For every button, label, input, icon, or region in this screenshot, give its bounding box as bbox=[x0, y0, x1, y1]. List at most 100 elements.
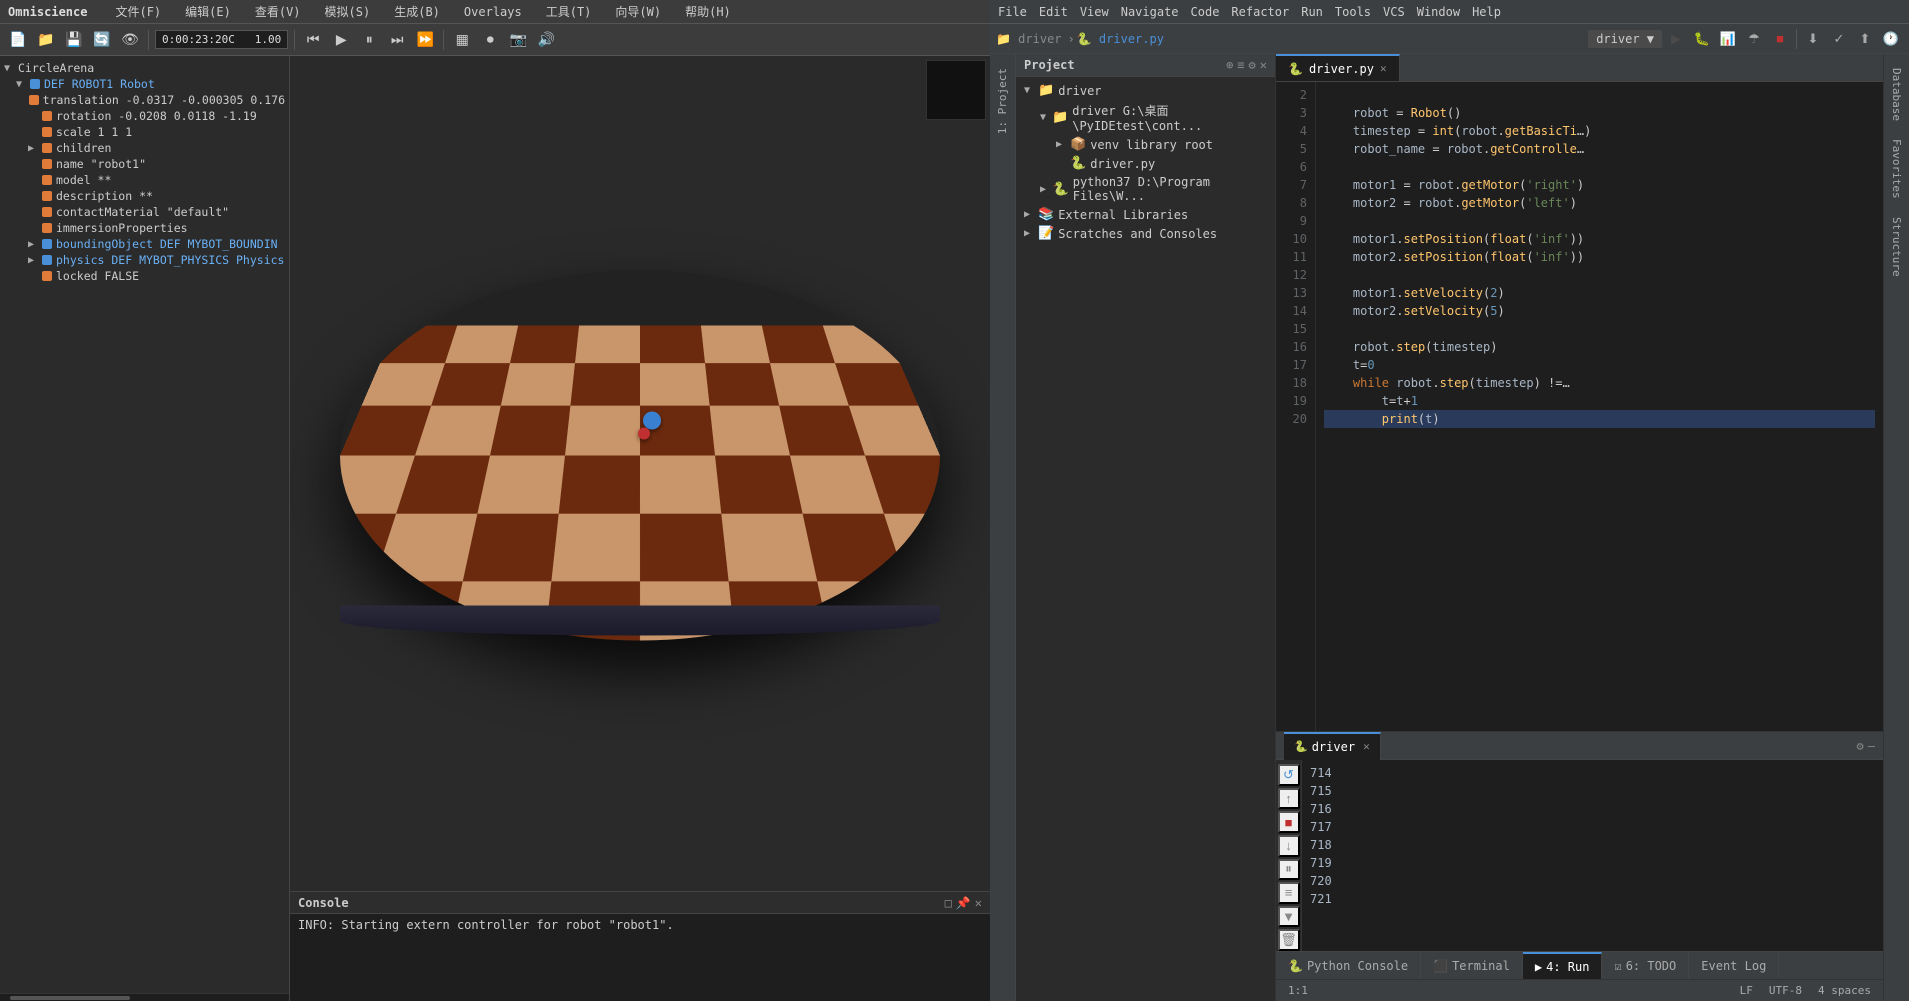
run-pause-btn[interactable]: ⏸ bbox=[1278, 859, 1300, 881]
ptree-item-driver-root[interactable]: ▼ 📁 driver bbox=[1016, 81, 1275, 100]
vcs-history-btn[interactable]: 🕐 bbox=[1879, 27, 1903, 51]
tree-item-rotation[interactable]: rotation -0.0208 0.0118 -1.19 bbox=[0, 108, 289, 124]
menu-view[interactable]: 查看(V) bbox=[251, 1, 305, 22]
bottom-tab-todo[interactable]: ☑ 6: TODO bbox=[1602, 952, 1689, 979]
project-close-icon[interactable]: ✕ bbox=[1260, 58, 1267, 72]
project-gear-icon[interactable]: ⚙ bbox=[1249, 58, 1256, 72]
record-btn[interactable]: ⏺ bbox=[478, 28, 502, 52]
run-minimize-icon[interactable]: — bbox=[1868, 739, 1875, 753]
ptree-item-driverpy[interactable]: 🐍 driver.py bbox=[1016, 154, 1275, 173]
open-btn[interactable]: 📁 bbox=[34, 28, 58, 52]
pause-btn[interactable]: ⏸ bbox=[357, 28, 381, 52]
run-scroll-up-btn[interactable]: ↑ bbox=[1278, 788, 1300, 810]
camera-btn[interactable]: 📷 bbox=[506, 28, 530, 52]
pycharm-menu-tools[interactable]: Tools bbox=[1335, 5, 1371, 19]
tree-item-children[interactable]: ▶ children bbox=[0, 140, 289, 156]
3d-viewport[interactable] bbox=[290, 56, 990, 891]
left-hscroll-thumb[interactable] bbox=[10, 996, 130, 1000]
rewind-btn[interactable]: ⏮ bbox=[301, 28, 325, 52]
menu-edit[interactable]: 编辑(E) bbox=[181, 1, 235, 22]
profile-btn[interactable]: 📊 bbox=[1716, 27, 1740, 51]
run-tab-driver[interactable]: 🐍 driver ✕ bbox=[1284, 732, 1381, 760]
run-stop-btn[interactable]: ■ bbox=[1278, 811, 1300, 833]
pycharm-menu-code[interactable]: Code bbox=[1191, 5, 1220, 19]
tree-item-description[interactable]: description ** bbox=[0, 188, 289, 204]
tree-item-translation[interactable]: translation -0.0317 -0.000305 0.176 bbox=[0, 92, 289, 108]
run-scroll-down-btn[interactable]: ↓ bbox=[1278, 835, 1300, 857]
pycharm-menu-window[interactable]: Window bbox=[1417, 5, 1460, 19]
refresh-btn[interactable]: 🔄 bbox=[90, 28, 114, 52]
fast-btn[interactable]: ⏩ bbox=[413, 28, 437, 52]
tree-item-robot1[interactable]: ▼ DEF ROBOT1 Robot bbox=[0, 76, 289, 92]
code-area[interactable]: 2 3 4 5 6 7 8 9 10 11 12 13 14 15 bbox=[1276, 82, 1883, 731]
rsidebar-tab-database[interactable]: Database bbox=[1886, 60, 1907, 129]
project-collapse-icon[interactable]: ≡ bbox=[1237, 58, 1244, 72]
ptree-item-external[interactable]: ▶ 📚 External Libraries bbox=[1016, 205, 1275, 224]
pycharm-menu-run[interactable]: Run bbox=[1301, 5, 1323, 19]
console-close-icon[interactable]: ✕ bbox=[975, 896, 982, 910]
run-filter-btn[interactable]: ▼ bbox=[1278, 906, 1300, 928]
bottom-tab-python-console[interactable]: 🐍 Python Console bbox=[1276, 952, 1421, 979]
tree-item-model[interactable]: model ** bbox=[0, 172, 289, 188]
sidebar-tab-project[interactable]: 1: Project bbox=[992, 60, 1013, 142]
status-encoding[interactable]: UTF-8 bbox=[1769, 984, 1802, 997]
tree-item-scale[interactable]: scale 1 1 1 bbox=[0, 124, 289, 140]
run-trash-btn[interactable]: 🗑 bbox=[1278, 929, 1300, 951]
vcs-commit-btn[interactable]: ✓ bbox=[1827, 27, 1851, 51]
ptree-item-python37[interactable]: ▶ 🐍 python37 D:\Program Files\W... bbox=[1016, 173, 1275, 205]
driver-dropdown[interactable]: driver ▼ bbox=[1588, 30, 1662, 48]
save-btn[interactable]: 💾 bbox=[62, 28, 86, 52]
coverage-btn[interactable]: ☂ bbox=[1742, 27, 1766, 51]
tree-item-locked[interactable]: locked FALSE bbox=[0, 268, 289, 284]
tree-item-circlearena[interactable]: ▼ CircleArena bbox=[0, 60, 289, 76]
pycharm-menu-refactor[interactable]: Refactor bbox=[1231, 5, 1289, 19]
menu-file[interactable]: 文件(F) bbox=[111, 1, 165, 22]
console-pin-icon[interactable]: 📌 bbox=[956, 896, 971, 910]
menu-simulate[interactable]: 模拟(S) bbox=[321, 1, 375, 22]
run-settings-icon[interactable]: ⚙ bbox=[1857, 739, 1864, 753]
menu-tools[interactable]: 工具(T) bbox=[542, 1, 596, 22]
new-btn[interactable]: 📄 bbox=[6, 28, 30, 52]
tree-item-contact[interactable]: contactMaterial "default" bbox=[0, 204, 289, 220]
run-rerun-btn[interactable]: ↺ bbox=[1278, 764, 1300, 786]
grid-btn[interactable]: ▦ bbox=[450, 28, 474, 52]
status-line-ending[interactable]: LF bbox=[1740, 984, 1753, 997]
tree-item-physics[interactable]: ▶ physics DEF MYBOT_PHYSICS Physics bbox=[0, 252, 289, 268]
menu-build[interactable]: 生成(B) bbox=[390, 1, 444, 22]
menu-overlays[interactable]: Overlays bbox=[460, 3, 526, 21]
rsidebar-tab-favorites[interactable]: Favorites bbox=[1886, 131, 1907, 207]
vcs-update-btn[interactable]: ⬇ bbox=[1801, 27, 1825, 51]
ptree-item-driver-path[interactable]: ▼ 📁 driver G:\桌面\PyIDEtest\cont... bbox=[1016, 100, 1275, 135]
pycharm-menu-help[interactable]: Help bbox=[1472, 5, 1501, 19]
bottom-tab-event-log[interactable]: Event Log bbox=[1689, 952, 1779, 979]
step-btn[interactable]: ⏭ bbox=[385, 28, 409, 52]
pycharm-menu-file[interactable]: File bbox=[998, 5, 1027, 19]
menu-wizard[interactable]: 向导(W) bbox=[611, 1, 665, 22]
tree-item-bounding[interactable]: ▶ boundingObject DEF MYBOT_BOUNDIN bbox=[0, 236, 289, 252]
eye-btn[interactable]: 👁 bbox=[118, 28, 142, 52]
ptree-item-scratches[interactable]: ▶ 📝 Scratches and Consoles bbox=[1016, 224, 1275, 243]
tab-close-icon[interactable]: ✕ bbox=[1380, 62, 1387, 75]
menu-help[interactable]: 帮助(H) bbox=[681, 1, 735, 22]
tree-item-immersion[interactable]: immersionProperties bbox=[0, 220, 289, 236]
vcs-push-btn[interactable]: ⬆ bbox=[1853, 27, 1877, 51]
pycharm-menu-view[interactable]: View bbox=[1080, 5, 1109, 19]
status-indent[interactable]: 4 spaces bbox=[1818, 984, 1871, 997]
code-content[interactable]: robot = Robot() timestep = int(robot.get… bbox=[1316, 82, 1883, 731]
project-add-icon[interactable]: ⊕ bbox=[1226, 58, 1233, 72]
run-wrap-btn[interactable]: ≡ bbox=[1278, 882, 1300, 904]
pycharm-menu-edit[interactable]: Edit bbox=[1039, 5, 1068, 19]
ptree-item-venv[interactable]: ▶ 📦 venv library root bbox=[1016, 135, 1275, 154]
stop-btn[interactable]: ■ bbox=[1768, 27, 1792, 51]
run-btn[interactable]: ▶ bbox=[1664, 27, 1688, 51]
left-hscroll[interactable] bbox=[0, 993, 289, 1001]
editor-tab-driverpy[interactable]: 🐍 driver.py ✕ bbox=[1276, 54, 1400, 81]
debug-btn[interactable]: 🐛 bbox=[1690, 27, 1714, 51]
run-tab-close[interactable]: ✕ bbox=[1363, 740, 1370, 753]
pycharm-menu-navigate[interactable]: Navigate bbox=[1121, 5, 1179, 19]
pycharm-menu-vcs[interactable]: VCS bbox=[1383, 5, 1405, 19]
speaker-btn[interactable]: 🔊 bbox=[534, 28, 558, 52]
console-maximize-icon[interactable]: □ bbox=[945, 896, 952, 910]
bottom-tab-run[interactable]: ▶ 4: Run bbox=[1523, 952, 1603, 979]
rsidebar-tab-structure[interactable]: Structure bbox=[1886, 209, 1907, 285]
